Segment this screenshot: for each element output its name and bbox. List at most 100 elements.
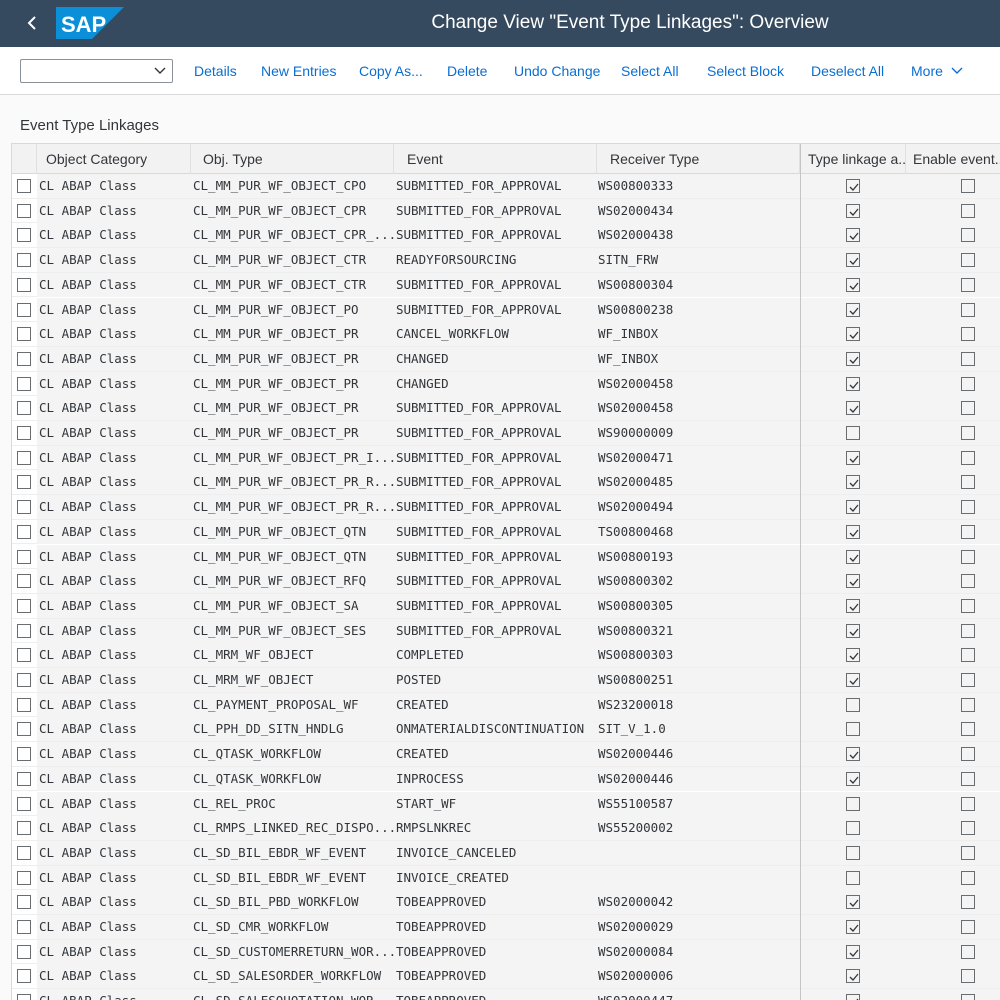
table-row[interactable]: CL ABAP Class CL_PAYMENT_PROPOSAL_WF CREAT… xyxy=(12,692,1000,718)
enable-event-checkbox[interactable] xyxy=(961,697,975,712)
enable-event-checkbox[interactable] xyxy=(961,648,975,663)
table-row[interactable]: CL ABAP Class CL_RMPS_LINKED_REC_DISPO...… xyxy=(12,816,1000,841)
object-category-field[interactable]: CL ABAP Class xyxy=(37,593,191,618)
header-obj-type[interactable]: Obj. Type xyxy=(191,144,394,174)
row-selector[interactable] xyxy=(12,742,37,766)
row-selector[interactable] xyxy=(12,248,37,272)
object-category-field[interactable]: CL ABAP Class xyxy=(37,964,191,989)
type-linkage-checkbox[interactable] xyxy=(846,228,860,243)
row-select-checkbox[interactable] xyxy=(17,821,31,836)
variant-select[interactable] xyxy=(20,59,173,83)
table-row[interactable]: CL ABAP Class CL_MM_PUR_WF_OBJECT_PO SUBMI… xyxy=(12,297,1000,323)
table-row[interactable]: CL ABAP Class CL_REL_PROC START_WF WS551005… xyxy=(12,791,1000,817)
enable-event-checkbox[interactable] xyxy=(961,574,975,589)
copy-as-button[interactable]: Copy As... xyxy=(359,63,423,79)
row-selector[interactable] xyxy=(12,767,37,791)
type-linkage-checkbox[interactable] xyxy=(846,524,860,539)
enable-event-checkbox[interactable] xyxy=(961,623,975,638)
row-select-checkbox[interactable] xyxy=(17,845,31,860)
row-selector[interactable] xyxy=(12,792,37,816)
table-row[interactable]: CL ABAP Class CL_SD_CUSTOMERRETURN_WOR...… xyxy=(12,939,1000,965)
enable-event-checkbox[interactable] xyxy=(961,994,975,1000)
row-select-checkbox[interactable] xyxy=(17,401,31,416)
type-linkage-checkbox[interactable] xyxy=(846,994,860,1000)
enable-event-checkbox[interactable] xyxy=(961,920,975,934)
object-category-field[interactable]: CL ABAP Class xyxy=(37,322,191,347)
table-row[interactable]: CL ABAP Class CL_MM_PUR_WF_OBJECT_QTN SUBM… xyxy=(12,519,1000,545)
object-category-field[interactable]: CL ABAP Class xyxy=(37,248,191,273)
new-entries-button[interactable]: New Entries xyxy=(261,63,336,79)
object-category-field[interactable]: CL ABAP Class xyxy=(37,915,191,939)
type-linkage-checkbox[interactable] xyxy=(846,450,860,465)
type-linkage-checkbox[interactable] xyxy=(846,253,860,268)
object-category-field[interactable]: CL ABAP Class xyxy=(37,272,191,297)
table-row[interactable]: CL ABAP Class CL_MM_PUR_WF_OBJECT_PR CHANG… xyxy=(12,371,1000,397)
row-select-checkbox[interactable] xyxy=(17,277,31,292)
table-row[interactable]: CL ABAP Class CL_MM_PUR_WF_OBJECT_SES SUBM… xyxy=(12,618,1000,644)
row-select-checkbox[interactable] xyxy=(17,376,31,391)
header-enable-event[interactable]: Enable event... xyxy=(906,144,1000,174)
type-linkage-checkbox[interactable] xyxy=(846,895,860,910)
type-linkage-checkbox[interactable] xyxy=(846,302,860,317)
header-event[interactable]: Event xyxy=(394,144,597,174)
object-category-field[interactable]: CL ABAP Class xyxy=(37,668,191,692)
row-selector[interactable] xyxy=(12,298,37,322)
table-row[interactable]: CL ABAP Class CL_MM_PUR_WF_OBJECT_SA SUBMI… xyxy=(12,593,1000,619)
enable-event-checkbox[interactable] xyxy=(961,401,975,416)
row-selector[interactable] xyxy=(12,545,37,569)
row-select-checkbox[interactable] xyxy=(17,994,31,1000)
enable-event-checkbox[interactable] xyxy=(961,845,975,860)
type-linkage-checkbox[interactable] xyxy=(846,920,860,934)
type-linkage-checkbox[interactable] xyxy=(846,376,860,391)
row-selector[interactable] xyxy=(12,495,37,519)
table-row[interactable]: CL ABAP Class CL_QTASK_WORKFLOW CREATED WS0… xyxy=(12,742,1000,767)
row-select-checkbox[interactable] xyxy=(17,574,31,589)
type-linkage-checkbox[interactable] xyxy=(846,722,860,737)
enable-event-checkbox[interactable] xyxy=(961,203,975,218)
object-category-field[interactable]: CL ABAP Class xyxy=(37,717,191,742)
row-select-checkbox[interactable] xyxy=(17,969,31,984)
row-select-checkbox[interactable] xyxy=(17,450,31,465)
row-selector[interactable] xyxy=(12,668,37,692)
row-select-checkbox[interactable] xyxy=(17,722,31,737)
enable-event-checkbox[interactable] xyxy=(961,228,975,243)
object-category-field[interactable]: CL ABAP Class xyxy=(37,766,191,791)
table-row[interactable]: CL ABAP Class CL_MM_PUR_WF_OBJECT_QTN SUBM… xyxy=(12,544,1000,570)
row-select-checkbox[interactable] xyxy=(17,870,31,885)
row-selector[interactable] xyxy=(12,396,37,420)
object-category-field[interactable]: CL ABAP Class xyxy=(37,421,191,445)
deselect-all-button[interactable]: Deselect All xyxy=(811,63,884,79)
row-selector[interactable] xyxy=(12,520,37,544)
table-row[interactable]: CL ABAP Class CL_MM_PUR_WF_OBJECT_CPR_...… xyxy=(12,223,1000,249)
enable-event-checkbox[interactable] xyxy=(961,549,975,564)
object-category-field[interactable]: CL ABAP Class xyxy=(37,939,191,964)
type-linkage-checkbox[interactable] xyxy=(846,870,860,885)
row-selector[interactable] xyxy=(12,717,37,741)
enable-event-checkbox[interactable] xyxy=(961,673,975,687)
type-linkage-checkbox[interactable] xyxy=(846,673,860,687)
table-row[interactable]: CL ABAP Class CL_MM_PUR_WF_OBJECT_CTR SUBM… xyxy=(12,272,1000,298)
row-select-checkbox[interactable] xyxy=(17,920,31,934)
table-row[interactable]: CL ABAP Class CL_SD_CMR_WORKFLOW TOBEAPPRO… xyxy=(12,915,1000,940)
type-linkage-checkbox[interactable] xyxy=(846,574,860,589)
table-row[interactable]: CL ABAP Class CL_SD_SALESORDER_WORKFLOW TO… xyxy=(12,964,1000,990)
type-linkage-checkbox[interactable] xyxy=(846,944,860,959)
enable-event-checkbox[interactable] xyxy=(961,351,975,366)
object-category-field[interactable]: CL ABAP Class xyxy=(37,791,191,816)
header-select[interactable] xyxy=(12,144,37,174)
type-linkage-checkbox[interactable] xyxy=(846,549,860,564)
row-select-checkbox[interactable] xyxy=(17,228,31,243)
enable-event-checkbox[interactable] xyxy=(961,327,975,342)
object-category-field[interactable]: CL ABAP Class xyxy=(37,198,191,223)
type-linkage-checkbox[interactable] xyxy=(846,648,860,663)
type-linkage-checkbox[interactable] xyxy=(846,969,860,984)
row-selector[interactable] xyxy=(12,174,37,198)
header-receiver-type[interactable]: Receiver Type xyxy=(597,144,800,174)
enable-event-checkbox[interactable] xyxy=(961,944,975,959)
select-all-button[interactable]: Select All xyxy=(621,63,679,79)
table-row[interactable]: CL ABAP Class CL_SD_BIL_PBD_WORKFLOW TOBEA… xyxy=(12,890,1000,915)
row-selector[interactable] xyxy=(12,964,37,988)
row-select-checkbox[interactable] xyxy=(17,549,31,564)
row-selector[interactable] xyxy=(12,347,37,371)
type-linkage-checkbox[interactable] xyxy=(846,475,860,490)
